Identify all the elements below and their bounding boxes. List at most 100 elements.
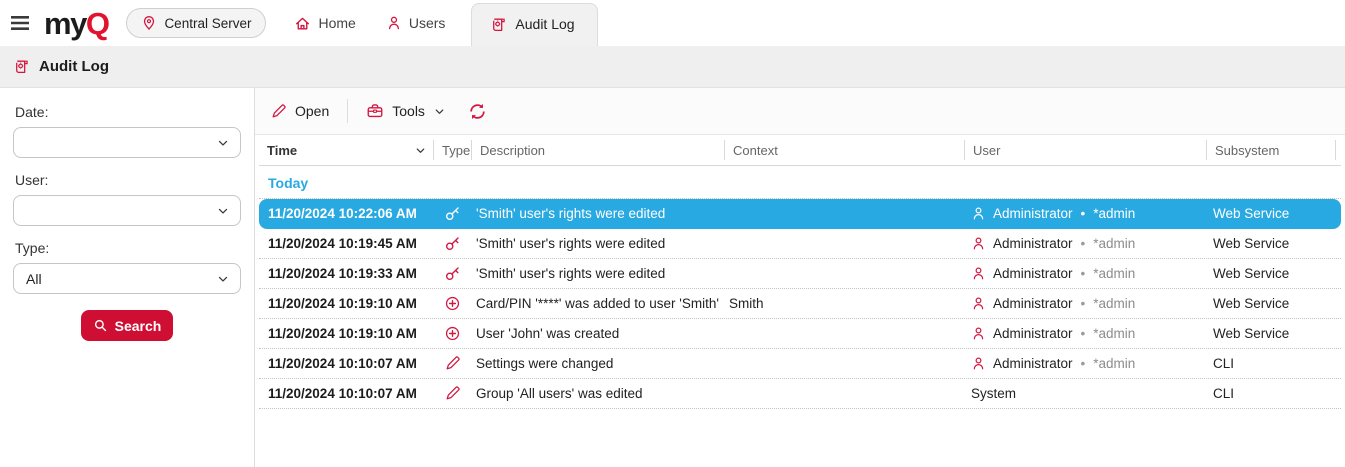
row-user-name: Administrator [993,236,1073,251]
column-header-context[interactable]: Context [724,140,964,160]
type-filter-label: Type: [15,240,241,256]
row-user-name: Administrator [993,266,1073,281]
row-user-detail: *admin [1093,236,1135,251]
column-header-user[interactable]: User [964,140,1206,160]
row-type [433,205,471,222]
column-header-time-label: Time [267,143,297,158]
user-icon [971,356,986,371]
table-header: Time Type Description Context User Subsy… [259,135,1341,166]
column-header-type-label: Type [442,143,470,158]
key-icon [444,205,461,222]
table-row[interactable]: 11/20/2024 10:19:10 AM User 'John' was c… [259,319,1341,349]
chevron-down-icon [433,105,446,118]
search-button-label: Search [115,318,162,334]
row-description: 'Smith' user's rights were edited [471,266,724,281]
column-header-user-label: User [973,143,1000,158]
type-filter-value: All [26,271,42,287]
server-selector-button[interactable]: Central Server [126,8,266,38]
nav-users-label: Users [409,15,446,31]
date-group-header: Today [259,175,1341,199]
row-user-name: Administrator [993,296,1073,311]
row-description: Group 'All users' was edited [471,386,724,401]
nav-users[interactable]: Users [384,9,448,37]
nav-home[interactable]: Home [292,9,357,38]
tools-menu-button[interactable]: Tools [362,98,450,124]
row-user: Administrator • *admin [964,326,1206,341]
edit-pencil-icon [444,355,461,372]
table-row[interactable]: 11/20/2024 10:10:07 AM Group 'All users'… [259,379,1341,409]
row-subsystem: Web Service [1206,296,1336,311]
logo-text-my: my [44,8,86,39]
row-type [433,325,471,342]
user-icon [971,236,986,251]
row-time: 11/20/2024 10:19:45 AM [259,236,433,251]
row-user-name: Administrator [993,206,1073,221]
row-user: Administrator • *admin [964,296,1206,311]
date-filter-select[interactable] [13,127,241,158]
table-row[interactable]: 11/20/2024 10:19:10 AM Card/PIN '****' w… [259,289,1341,319]
menu-icon[interactable] [8,11,32,35]
row-user-detail: *admin [1093,326,1135,341]
row-type [433,265,471,282]
column-header-time[interactable]: Time [259,140,433,160]
page-header: Audit Log [0,46,1345,88]
type-filter-select[interactable]: All [13,263,241,294]
row-user: Administrator • *admin [964,236,1206,251]
audit-log-panel: Open Tools [255,88,1345,467]
row-subsystem: Web Service [1206,236,1336,251]
user-separator: • [1081,356,1086,371]
row-type [433,235,471,252]
row-description: 'Smith' user's rights were edited [471,236,724,251]
user-icon [971,296,986,311]
logo-text-q: Q [86,8,109,39]
row-user-name: System [971,386,1016,401]
server-label: Central Server [164,16,251,31]
user-separator: • [1081,326,1086,341]
column-header-description-label: Description [480,143,545,158]
tab-audit-log[interactable]: Audit Log [471,3,597,46]
table-row[interactable]: 11/20/2024 10:22:06 AM 'Smith' user's ri… [259,199,1341,229]
row-time: 11/20/2024 10:22:06 AM [259,206,433,221]
row-user-detail: *admin [1093,296,1135,311]
row-context: Smith [724,296,964,311]
table-row[interactable]: 11/20/2024 10:19:33 AM 'Smith' user's ri… [259,259,1341,289]
open-button-label: Open [295,103,329,119]
pencil-icon [270,103,287,120]
date-filter-label: Date: [15,104,241,120]
table-body: 11/20/2024 10:22:06 AM 'Smith' user's ri… [259,199,1341,409]
row-time: 11/20/2024 10:10:07 AM [259,386,433,401]
toolbar-divider [347,99,348,123]
users-icon [386,15,402,31]
open-button[interactable]: Open [266,99,333,124]
row-type [433,385,471,402]
row-subsystem: Web Service [1206,326,1336,341]
chevron-down-icon [216,136,230,150]
search-button[interactable]: Search [81,310,173,341]
row-type [433,355,471,372]
user-filter-select[interactable] [13,195,241,226]
column-header-subsystem[interactable]: Subsystem [1206,140,1336,160]
add-circle-icon [444,295,461,312]
column-header-context-label: Context [733,143,778,158]
column-header-description[interactable]: Description [471,140,724,160]
row-time: 11/20/2024 10:19:10 AM [259,296,433,311]
sort-menu-chevron-icon[interactable] [414,144,427,157]
column-header-subsystem-label: Subsystem [1215,143,1279,158]
column-header-type[interactable]: Type [433,140,471,160]
table-row[interactable]: 11/20/2024 10:10:07 AM Settings were cha… [259,349,1341,379]
home-icon [294,15,311,32]
tools-menu-label: Tools [392,103,425,119]
refresh-icon [468,102,487,121]
row-description: User 'John' was created [471,326,724,341]
refresh-button[interactable] [464,98,491,125]
table-row[interactable]: 11/20/2024 10:19:45 AM 'Smith' user's ri… [259,229,1341,259]
row-user: Administrator • *admin [964,206,1206,221]
row-user: System • [964,386,1206,401]
user-icon [971,266,986,281]
key-icon [444,235,461,252]
row-user-name: Administrator [993,356,1073,371]
user-separator: • [1081,236,1086,251]
row-description: 'Smith' user's rights were edited [471,206,724,221]
row-description: Settings were changed [471,356,724,371]
myq-logo[interactable]: myQ [44,0,108,46]
